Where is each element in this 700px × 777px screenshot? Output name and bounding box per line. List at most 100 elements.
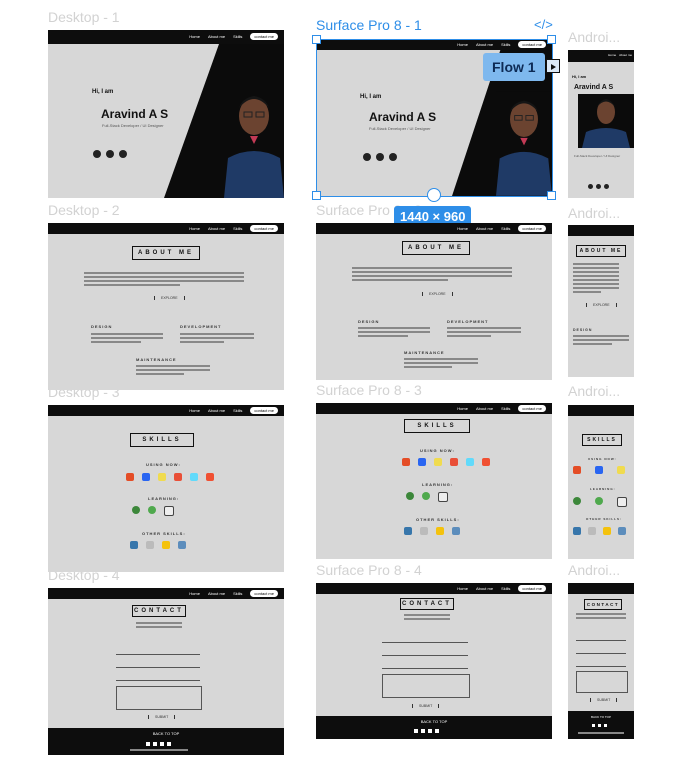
linkedin-icon[interactable] xyxy=(428,729,432,733)
desktop-2-frame[interactable]: Home About me Skills contact me ABOUT ME… xyxy=(48,223,284,390)
dribbble-icon[interactable] xyxy=(588,184,593,189)
nav-about[interactable]: About me xyxy=(208,34,225,39)
frame-label-android-1[interactable]: Androi... xyxy=(568,29,620,45)
nav-home[interactable]: Home xyxy=(189,226,200,231)
back-to-top-link[interactable]: BACK TO TOP xyxy=(568,715,634,719)
nav-about[interactable]: About me xyxy=(208,226,225,231)
dribbble-icon[interactable] xyxy=(146,742,150,746)
dribbble-icon[interactable] xyxy=(93,150,101,158)
nav-about[interactable]: About me xyxy=(476,226,493,231)
mail-icon[interactable] xyxy=(167,742,171,746)
submit-button[interactable]: SUBMIT xyxy=(590,698,618,702)
nav-about[interactable]: About me xyxy=(476,586,493,591)
name-field[interactable] xyxy=(576,631,626,641)
footer-social-icons xyxy=(146,742,171,746)
github-icon[interactable] xyxy=(421,729,425,733)
surface-4-frame[interactable]: Home About me Skills contact me CONTACT … xyxy=(316,583,552,739)
subject-field[interactable] xyxy=(116,671,200,681)
frame-label-surface-4[interactable]: Surface Pro 8 - 4 xyxy=(316,562,422,578)
email-field[interactable] xyxy=(576,644,626,654)
github-icon[interactable] xyxy=(598,724,601,727)
nav-contact-button[interactable]: contact me xyxy=(518,585,546,592)
html5-icon xyxy=(573,466,581,474)
name-field[interactable] xyxy=(116,645,200,655)
linkedin-icon[interactable] xyxy=(160,742,164,746)
back-to-top-link[interactable]: BACK TO TOP xyxy=(48,731,284,736)
explore-button[interactable]: EXPLORE xyxy=(422,292,453,296)
nav-home[interactable]: Home xyxy=(457,226,468,231)
nav-contact-button[interactable]: contact me xyxy=(250,225,278,232)
message-textarea[interactable] xyxy=(116,686,202,710)
resize-handle-br[interactable] xyxy=(547,191,556,200)
nav-home[interactable]: Home xyxy=(457,406,468,411)
nav-contact-button[interactable]: contact me xyxy=(250,33,278,40)
nav-contact-button[interactable]: contact me xyxy=(518,405,546,412)
nav-skills[interactable]: Skills xyxy=(501,226,510,231)
explore-button[interactable]: EXPLORE xyxy=(586,303,617,307)
resize-handle-tl[interactable] xyxy=(312,35,321,44)
nav-home[interactable]: Home xyxy=(189,591,200,596)
frame-label-android-4[interactable]: Androi... xyxy=(568,562,620,578)
nav-home[interactable]: Home xyxy=(189,34,200,39)
nav-about[interactable]: About me xyxy=(619,53,632,57)
subject-field[interactable] xyxy=(576,657,626,667)
frame-label-desktop-2[interactable]: Desktop - 2 xyxy=(48,202,120,218)
frame-label-surface-1[interactable]: Surface Pro 8 - 1 xyxy=(316,17,422,33)
android-3-frame[interactable]: SKILLS USING NOW: LEARNING: OTHER SKILLS… xyxy=(568,405,634,559)
dribbble-icon[interactable] xyxy=(592,724,595,727)
message-textarea[interactable] xyxy=(382,674,470,698)
surface-3-frame[interactable]: Home About me Skills contact me SKILLS U… xyxy=(316,403,552,559)
frame-label-surface-3[interactable]: Surface Pro 8 - 3 xyxy=(316,382,422,398)
name-field[interactable] xyxy=(382,633,468,643)
nav-contact-button[interactable]: contact me xyxy=(250,590,278,597)
email-field[interactable] xyxy=(116,658,200,668)
linkedin-icon[interactable] xyxy=(604,724,607,727)
nav-about[interactable]: About me xyxy=(208,591,225,596)
nav-skills[interactable]: Skills xyxy=(233,591,242,596)
email-field[interactable] xyxy=(382,646,468,656)
dribbble-icon[interactable] xyxy=(414,729,418,733)
nav-skills[interactable]: Skills xyxy=(233,226,242,231)
nav-contact-button[interactable]: contact me xyxy=(518,225,546,232)
desktop-3-frame[interactable]: Home About me Skills contact me SKILLS U… xyxy=(48,405,284,572)
linkedin-icon[interactable] xyxy=(604,184,609,189)
frame-label-android-2[interactable]: Androi... xyxy=(568,205,620,221)
desktop-1-frame[interactable]: Home About me Skills contact me Hi, I am… xyxy=(48,30,284,198)
submit-button[interactable]: SUBMIT xyxy=(412,704,440,708)
nav-skills[interactable]: Skills xyxy=(233,408,242,413)
nav-home[interactable]: Home xyxy=(457,586,468,591)
nav-contact-button[interactable]: contact me xyxy=(250,407,278,414)
frame-label-desktop-1[interactable]: Desktop - 1 xyxy=(48,9,120,25)
resize-handle-tr[interactable] xyxy=(547,35,556,44)
linkedin-icon[interactable] xyxy=(119,150,127,158)
code-icon[interactable]: </> xyxy=(534,17,553,32)
mail-icon[interactable] xyxy=(435,729,439,733)
hero-role: Full-Stack Developer / UI Designer xyxy=(574,154,621,158)
nav-home[interactable]: Home xyxy=(189,408,200,413)
prototype-connector-dot[interactable] xyxy=(427,188,441,202)
nav-skills[interactable]: Skills xyxy=(501,406,510,411)
github-icon[interactable] xyxy=(153,742,157,746)
nav-about[interactable]: About me xyxy=(476,406,493,411)
submit-button[interactable]: SUBMIT xyxy=(148,715,176,719)
frame-label-android-3[interactable]: Androi... xyxy=(568,383,620,399)
nav-skills[interactable]: Skills xyxy=(233,34,242,39)
github-icon[interactable] xyxy=(596,184,601,189)
resize-handle-bl[interactable] xyxy=(312,191,321,200)
android-2-frame[interactable]: ABOUT ME EXPLORE DESIGN xyxy=(568,225,634,377)
android-4-frame[interactable]: CONTACT SUBMIT BACK TO TOP xyxy=(568,583,634,739)
nav-skills[interactable]: Skills xyxy=(501,586,510,591)
nodejs-icon xyxy=(132,506,140,514)
explore-button[interactable]: EXPLORE xyxy=(154,296,185,300)
github-icon[interactable] xyxy=(106,150,114,158)
flow-start-chip[interactable]: Flow 1 xyxy=(483,53,545,81)
message-textarea[interactable] xyxy=(576,671,628,693)
subject-field[interactable] xyxy=(382,659,468,669)
android-1-frame[interactable]: Home About me Hi, I am Aravind A S Full-… xyxy=(568,50,634,198)
nav-home[interactable]: Home xyxy=(608,53,616,57)
nav-about[interactable]: About me xyxy=(208,408,225,413)
desktop-4-frame[interactable]: Home About me Skills contact me CONTACT … xyxy=(48,588,284,755)
back-to-top-link[interactable]: BACK TO TOP xyxy=(316,719,552,724)
surface-2-frame[interactable]: Home About me Skills contact me ABOUT ME… xyxy=(316,223,552,380)
play-flow-icon[interactable] xyxy=(546,59,560,73)
